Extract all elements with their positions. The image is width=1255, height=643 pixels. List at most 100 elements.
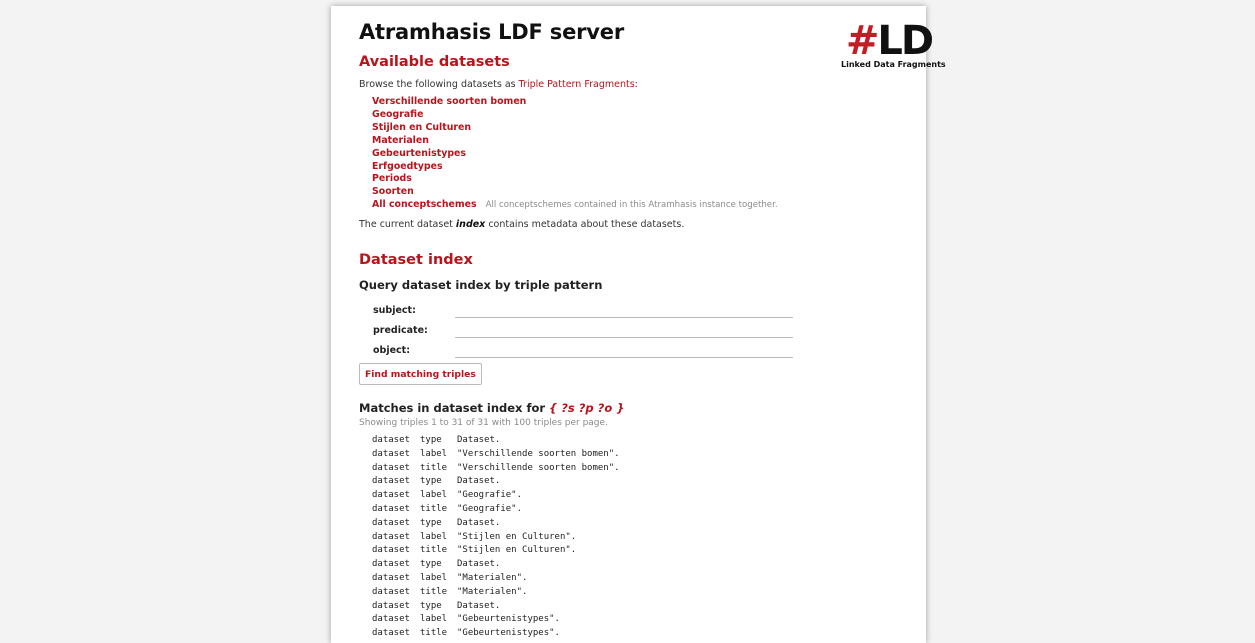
triple-predicate[interactable]: type	[420, 434, 457, 448]
triple-subject[interactable]: dataset	[372, 558, 420, 572]
triple-subject[interactable]: dataset	[372, 503, 420, 517]
dataset-link[interactable]: Soorten	[372, 186, 414, 197]
triple-row: dataset label "Stijlen en Culturen".	[372, 531, 620, 545]
intro-suffix: :	[634, 79, 638, 90]
query-form-title: Query dataset index by triple pattern	[359, 278, 603, 292]
triple-subject[interactable]: dataset	[372, 475, 420, 489]
triple-subject[interactable]: dataset	[372, 448, 420, 462]
object-input[interactable]	[455, 343, 793, 358]
triple-row: dataset type Dataset.	[372, 558, 620, 572]
triple-predicate[interactable]: label	[420, 531, 457, 545]
triple-object[interactable]: "Geografie".	[457, 490, 522, 500]
triple-list: dataset type Dataset. dataset label "Verschi…	[372, 434, 620, 641]
list-item: Gebeurtenistypes	[372, 148, 778, 161]
triple-row: dataset type Dataset.	[372, 434, 620, 448]
datasets-intro: Browse the following datasets as Triple …	[359, 79, 638, 90]
list-item: Geografie	[372, 109, 778, 122]
triple-subject[interactable]: dataset	[372, 627, 420, 641]
triple-subject[interactable]: dataset	[372, 462, 420, 476]
intro-prefix: Browse the following datasets as	[359, 79, 519, 90]
triple-object[interactable]: Dataset.	[457, 435, 500, 445]
logo-ld: LD	[877, 18, 934, 64]
triple-object[interactable]: "Materialen".	[457, 573, 527, 583]
triple-row: dataset type Dataset.	[372, 475, 620, 489]
triple-subject[interactable]: dataset	[372, 434, 420, 448]
predicate-row: predicate:	[373, 323, 793, 341]
triple-subject[interactable]: dataset	[372, 531, 420, 545]
triple-subject[interactable]: dataset	[372, 544, 420, 558]
triple-predicate[interactable]: title	[420, 627, 457, 641]
dataset-link[interactable]: Verschillende soorten bomen	[372, 96, 526, 107]
triple-predicate[interactable]: type	[420, 517, 457, 531]
triple-object[interactable]: "Geografie".	[457, 504, 522, 514]
triple-subject[interactable]: dataset	[372, 489, 420, 503]
current-dataset-name: index	[455, 219, 486, 230]
list-item: Stijlen en Culturen	[372, 122, 778, 135]
triple-object[interactable]: "Stijlen en Culturen".	[457, 532, 576, 542]
subject-label: subject:	[373, 305, 416, 316]
list-item: Materialen	[372, 135, 778, 148]
triple-predicate[interactable]: label	[420, 448, 457, 462]
triple-predicate[interactable]: title	[420, 586, 457, 600]
triple-row: dataset label "Geografie".	[372, 489, 620, 503]
triple-pattern-fragments-link[interactable]: Triple Pattern Fragments	[519, 79, 635, 90]
triple-predicate[interactable]: title	[420, 462, 457, 476]
triple-subject[interactable]: dataset	[372, 586, 420, 600]
page-sheet: Atramhasis LDF server #LD Linked Data Fr…	[331, 6, 946, 643]
subject-row: subject:	[373, 303, 793, 321]
triple-object[interactable]: "Gebeurtenistypes".	[457, 614, 560, 624]
matches-heading: Matches in dataset index for { ?s ?p ?o …	[359, 401, 624, 415]
triple-object[interactable]: "Gebeurtenistypes".	[457, 628, 560, 638]
list-item: Erfgoedtypes	[372, 161, 778, 174]
triple-subject[interactable]: dataset	[372, 613, 420, 627]
logo-hash: #	[845, 18, 879, 64]
triple-row: dataset label "Verschillende soorten bomen…	[372, 448, 620, 462]
triple-predicate[interactable]: label	[420, 572, 457, 586]
predicate-input[interactable]	[455, 323, 793, 338]
triple-subject[interactable]: dataset	[372, 517, 420, 531]
triple-row: dataset title "Geografie".	[372, 503, 620, 517]
dataset-link[interactable]: Gebeurtenistypes	[372, 148, 466, 159]
triple-object[interactable]: Dataset.	[457, 518, 500, 528]
matches-pattern: { ?s ?p ?o }	[549, 401, 625, 415]
dataset-link[interactable]: Materialen	[372, 135, 429, 146]
subject-input[interactable]	[455, 303, 793, 318]
showing-count: Showing triples 1 to 31 of 31 with 100 t…	[359, 418, 608, 428]
triple-predicate[interactable]: title	[420, 503, 457, 517]
triple-predicate[interactable]: type	[420, 558, 457, 572]
list-item: All conceptschemes All conceptschemes con…	[372, 199, 778, 212]
triple-object[interactable]: Dataset.	[457, 559, 500, 569]
triple-row: dataset type Dataset.	[372, 517, 620, 531]
find-matching-triples-button[interactable]: Find matching triples	[359, 363, 482, 385]
triple-predicate[interactable]: title	[420, 544, 457, 558]
triple-object[interactable]: "Verschillende soorten bomen".	[457, 449, 620, 459]
current-prefix: The current dataset	[359, 219, 456, 230]
triple-predicate[interactable]: label	[420, 613, 457, 627]
dataset-link[interactable]: Periods	[372, 173, 412, 184]
triple-subject[interactable]: dataset	[372, 600, 420, 614]
object-label: object:	[373, 345, 410, 356]
dataset-link[interactable]: All conceptschemes	[372, 199, 477, 210]
predicate-label: predicate:	[373, 325, 428, 336]
triple-predicate[interactable]: type	[420, 600, 457, 614]
triple-object[interactable]: Dataset.	[457, 601, 500, 611]
triple-predicate[interactable]: label	[420, 489, 457, 503]
triple-object[interactable]: "Verschillende soorten bomen".	[457, 463, 620, 473]
dataset-link[interactable]: Stijlen en Culturen	[372, 122, 471, 133]
dataset-link[interactable]: Erfgoedtypes	[372, 161, 443, 172]
dataset-description: All conceptschemes contained in this Atr…	[485, 200, 778, 211]
list-item: Soorten	[372, 186, 778, 199]
dataset-link[interactable]: Geografie	[372, 109, 423, 120]
current-suffix: contains metadata about these datasets.	[485, 219, 685, 230]
list-item: Periods	[372, 173, 778, 186]
triple-row: dataset title "Verschillende soorten bomen…	[372, 462, 620, 476]
triple-subject[interactable]: dataset	[372, 572, 420, 586]
triple-object[interactable]: "Stijlen en Culturen".	[457, 545, 576, 555]
triple-predicate[interactable]: type	[420, 475, 457, 489]
available-datasets-heading: Available datasets	[359, 54, 510, 70]
triple-object[interactable]: "Materialen".	[457, 587, 527, 597]
triple-row: dataset title "Stijlen en Culturen".	[372, 544, 620, 558]
logo-mark: #LD	[841, 21, 937, 61]
triple-object[interactable]: Dataset.	[457, 476, 500, 486]
ldf-logo[interactable]: #LD Linked Data Fragments	[841, 21, 946, 69]
